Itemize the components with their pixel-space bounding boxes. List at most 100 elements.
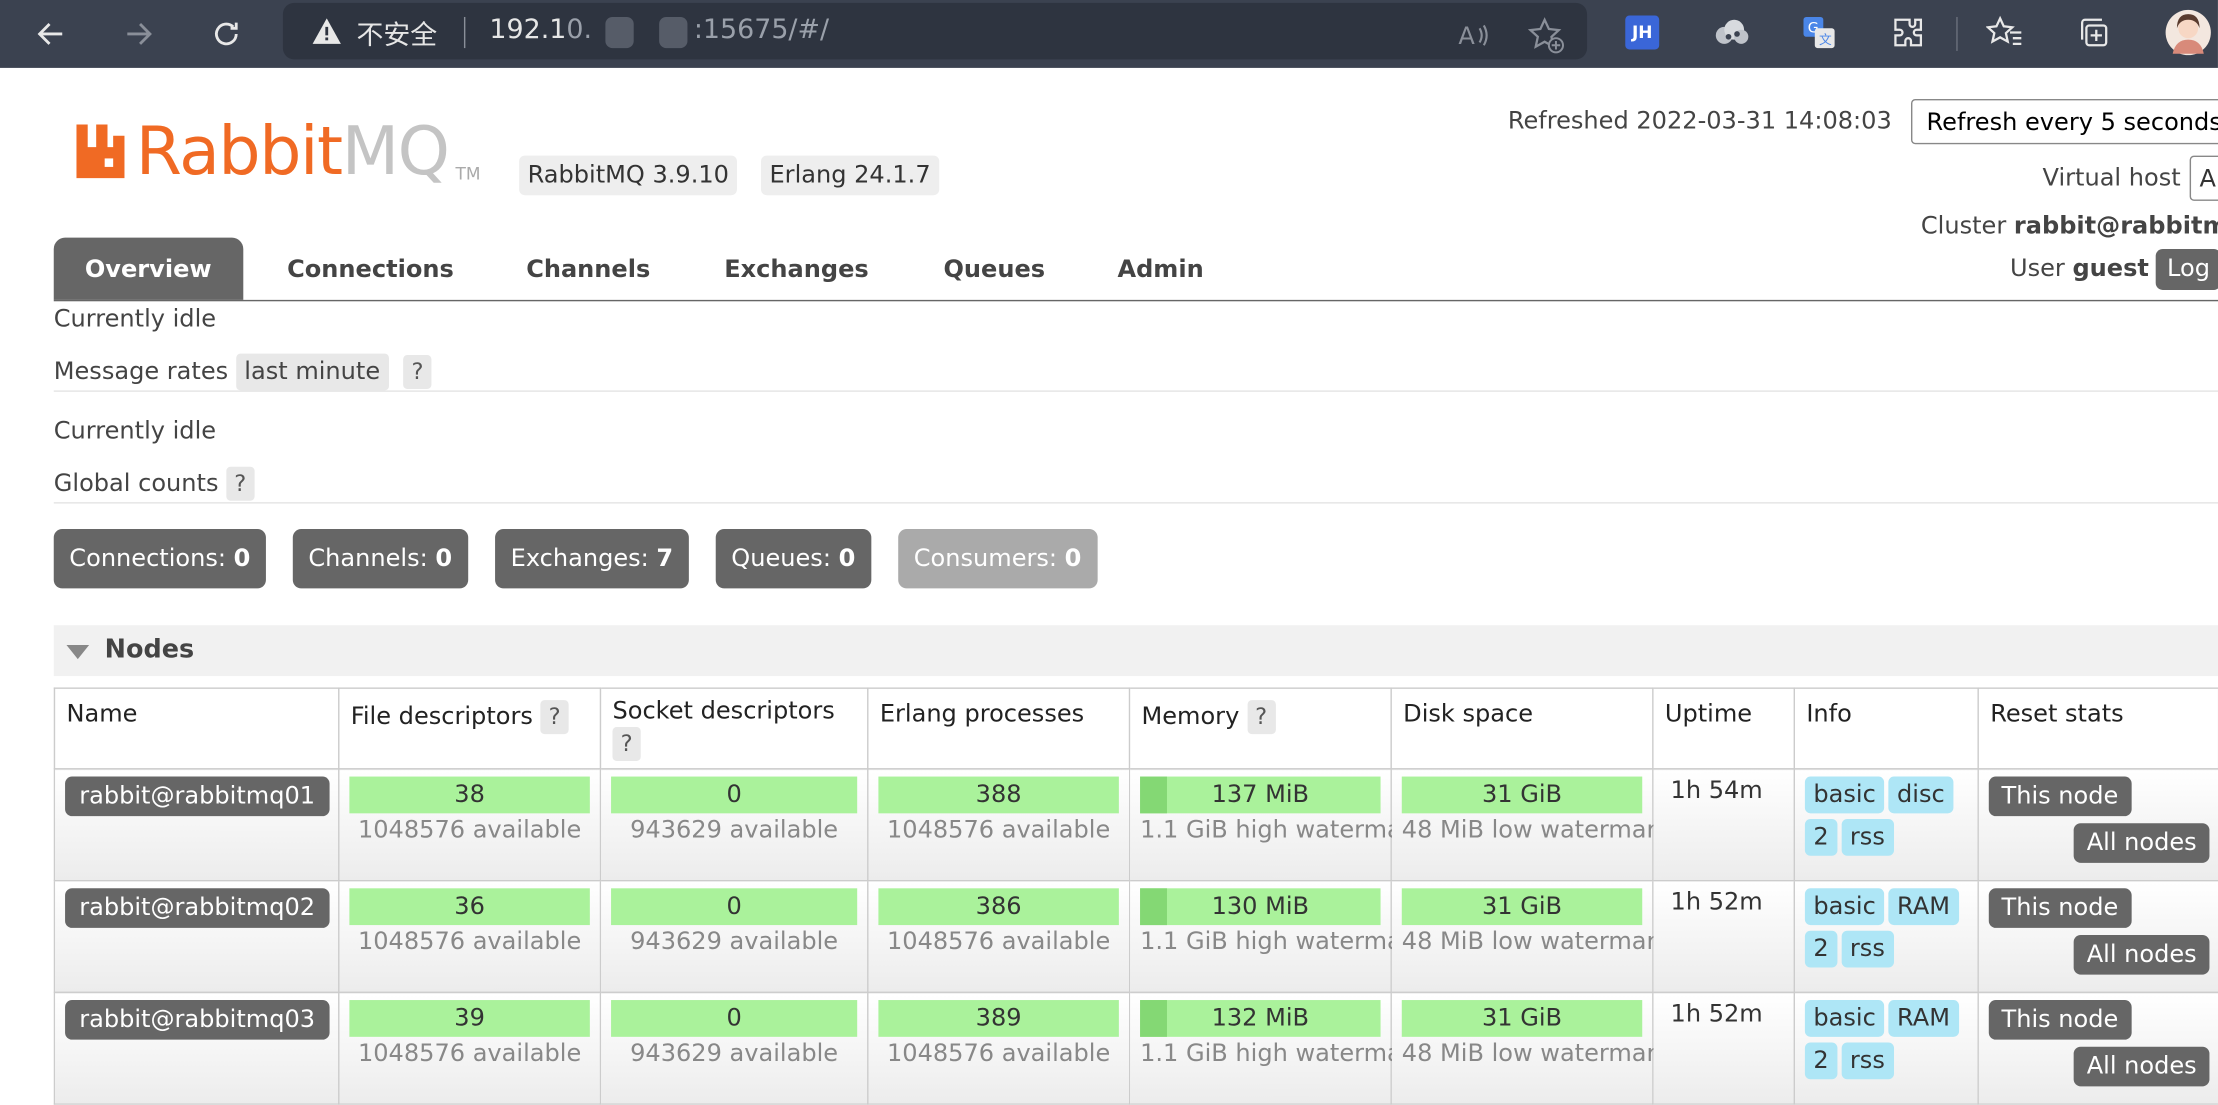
reset-all-nodes-button[interactable]: All nodes — [2073, 934, 2210, 975]
refresh-interval-select[interactable]: Refresh every 5 seconds — [1910, 99, 2218, 145]
global-counts-header: Global counts ? — [53, 466, 255, 501]
uptime-cell: 1h 54m — [1652, 768, 1796, 882]
info-badge: basic — [1804, 1000, 1885, 1037]
exchanges-count-button[interactable]: Exchanges: 7 — [495, 529, 689, 589]
memory-help[interactable]: ? — [1246, 700, 1276, 735]
tab-channels[interactable]: Channels — [526, 238, 650, 300]
memory-cell: 137 MiB 1.1 GiB high watermark — [1128, 768, 1426, 882]
tab-queues[interactable]: Queues — [943, 238, 1045, 300]
file-descriptors-cell: 39 1048576 available — [338, 991, 602, 1105]
nodes-section-title: Nodes — [104, 635, 195, 665]
info-badge: RAM — [1888, 888, 1959, 926]
erlang-version: Erlang 24.1.7 — [761, 155, 940, 196]
erlang-processes-available: 1048576 available — [886, 1039, 1111, 1068]
rabbitmq-version: RabbitMQ 3.9.10 — [519, 155, 738, 196]
cluster-name: rabbit@rabbitm — [2013, 212, 2218, 241]
disk-space-bar: 31 GiB — [1401, 888, 1643, 926]
rabbitmq-logo-icon — [76, 124, 125, 179]
channels-count-button[interactable]: Channels: 0 — [292, 529, 468, 589]
virtual-host-select[interactable]: A — [2189, 155, 2218, 201]
table-header-row: Name File descriptors ? Socket descripto… — [53, 687, 2218, 770]
info-cell: basic RAM 2 rss — [1793, 879, 1979, 993]
reset-stats-cell: This node All nodes — [1977, 991, 2218, 1105]
node-name-cell: rabbit@rabbitmq03 — [53, 991, 340, 1105]
toolbar-separator — [1956, 16, 1958, 51]
separator — [463, 16, 466, 49]
global-counts-help[interactable]: ? — [226, 466, 255, 501]
memory-cell: 130 MiB 1.1 GiB high watermark — [1128, 879, 1426, 993]
translate-icon[interactable]: G文 — [1798, 11, 1840, 53]
message-rates-help[interactable]: ? — [403, 355, 432, 389]
svg-text:文: 文 — [1819, 33, 1832, 48]
message-rates-header: Message rates last minute ? — [53, 353, 432, 391]
reset-this-node-button[interactable]: This node — [1988, 776, 2132, 817]
reload-icon[interactable] — [195, 0, 257, 68]
file-descriptors-help[interactable]: ? — [540, 700, 569, 735]
node-name-link[interactable]: rabbit@rabbitmq03 — [65, 1000, 330, 1040]
virtual-host-label: Virtual host — [2042, 164, 2181, 193]
tab-admin[interactable]: Admin — [1117, 238, 1203, 300]
node-name-link[interactable]: rabbit@rabbitmq02 — [65, 888, 330, 928]
collections-icon[interactable] — [2072, 11, 2114, 53]
file-descriptors-bar: 39 — [349, 1000, 590, 1037]
message-rates-idle: Currently idle — [53, 305, 217, 334]
column-header-erlang-processes: Erlang processes — [867, 687, 1131, 770]
info-badge: 2 — [1804, 1042, 1838, 1080]
erlang-processes-available: 1048576 available — [886, 816, 1111, 845]
divider — [53, 502, 2218, 504]
cloud-extension-icon[interactable] — [1710, 11, 1752, 53]
file-descriptors-bar: 36 — [349, 888, 590, 926]
erlang-processes-bar: 386 — [878, 888, 1119, 926]
disk-space-bar: 31 GiB — [1401, 1000, 1643, 1037]
column-header-file-descriptors: File descriptors ? — [338, 687, 602, 770]
extensions-icon[interactable] — [1887, 11, 1929, 53]
socket-descriptors-available: 943629 available — [630, 816, 839, 845]
erlang-processes-cell: 389 1048576 available — [867, 991, 1131, 1105]
erlang-processes-bar: 389 — [878, 1000, 1119, 1037]
favorites-icon[interactable] — [1983, 11, 2025, 53]
memory-watermark: 1.1 GiB high watermark — [1140, 816, 1426, 845]
socket-descriptors-available: 943629 available — [630, 1039, 839, 1068]
favorite-add-icon[interactable] — [1525, 14, 1567, 56]
read-aloud-icon[interactable]: A — [1451, 14, 1493, 56]
warning-icon — [311, 17, 342, 51]
info-badge: rss — [1841, 1042, 1894, 1080]
socket-descriptors-help[interactable]: ? — [612, 727, 641, 762]
reset-this-node-button[interactable]: This node — [1988, 1000, 2132, 1040]
divider — [53, 390, 2218, 392]
erlang-processes-available: 1048576 available — [886, 927, 1111, 957]
trademark-mark: TM — [455, 164, 481, 184]
reset-all-nodes-button[interactable]: All nodes — [2073, 823, 2210, 863]
rabbitmq-logo[interactable]: RabbitMQ TM — [76, 113, 480, 191]
back-icon[interactable] — [20, 0, 82, 68]
reset-all-nodes-button[interactable]: All nodes — [2073, 1046, 2210, 1087]
reset-this-node-button[interactable]: This node — [1988, 888, 2132, 928]
nodes-section-toggle[interactable]: Nodes — [53, 625, 2218, 677]
table-row: rabbit@rabbitmq03 39 1048576 available 0 943… — [53, 991, 2218, 1105]
table-row: rabbit@rabbitmq02 36 1048576 available 0 943… — [53, 879, 2218, 993]
forward-icon[interactable] — [108, 0, 170, 68]
rate-range-selector[interactable]: last minute — [235, 353, 389, 391]
node-name-link[interactable]: rabbit@rabbitmq01 — [65, 776, 330, 817]
socket-descriptors-bar: 0 — [611, 776, 858, 814]
message-rates-title: Message rates — [53, 357, 229, 387]
socket-descriptors-cell: 0 943629 available — [599, 768, 869, 882]
memory-bar: 137 MiB — [1140, 776, 1381, 814]
info-badge: basic — [1804, 776, 1885, 814]
socket-descriptors-bar: 0 — [611, 1000, 858, 1037]
queues-count-button[interactable]: Queues: 0 — [715, 529, 871, 589]
consumers-count-button[interactable]: Consumers: 0 — [898, 529, 1097, 589]
tab-exchanges[interactable]: Exchanges — [724, 238, 869, 300]
connections-count-button[interactable]: Connections: 0 — [53, 529, 266, 589]
info-badge: rss — [1841, 818, 1894, 856]
logo-wordmark: RabbitMQ — [135, 113, 450, 191]
tab-connections[interactable]: Connections — [287, 238, 454, 300]
tab-overview[interactable]: Overview — [53, 237, 243, 300]
jh-extension-icon[interactable]: JH — [1621, 11, 1663, 53]
column-header-socket-descriptors: Socket descriptors? — [599, 687, 869, 770]
memory-bar: 132 MiB — [1140, 1000, 1381, 1037]
global-counts-title: Global counts — [53, 469, 219, 498]
file-descriptors-cell: 38 1048576 available — [338, 768, 602, 882]
profile-avatar[interactable] — [2164, 8, 2212, 56]
address-bar[interactable]: 不安全 192.10.:15675/#/ A — [282, 2, 1588, 60]
